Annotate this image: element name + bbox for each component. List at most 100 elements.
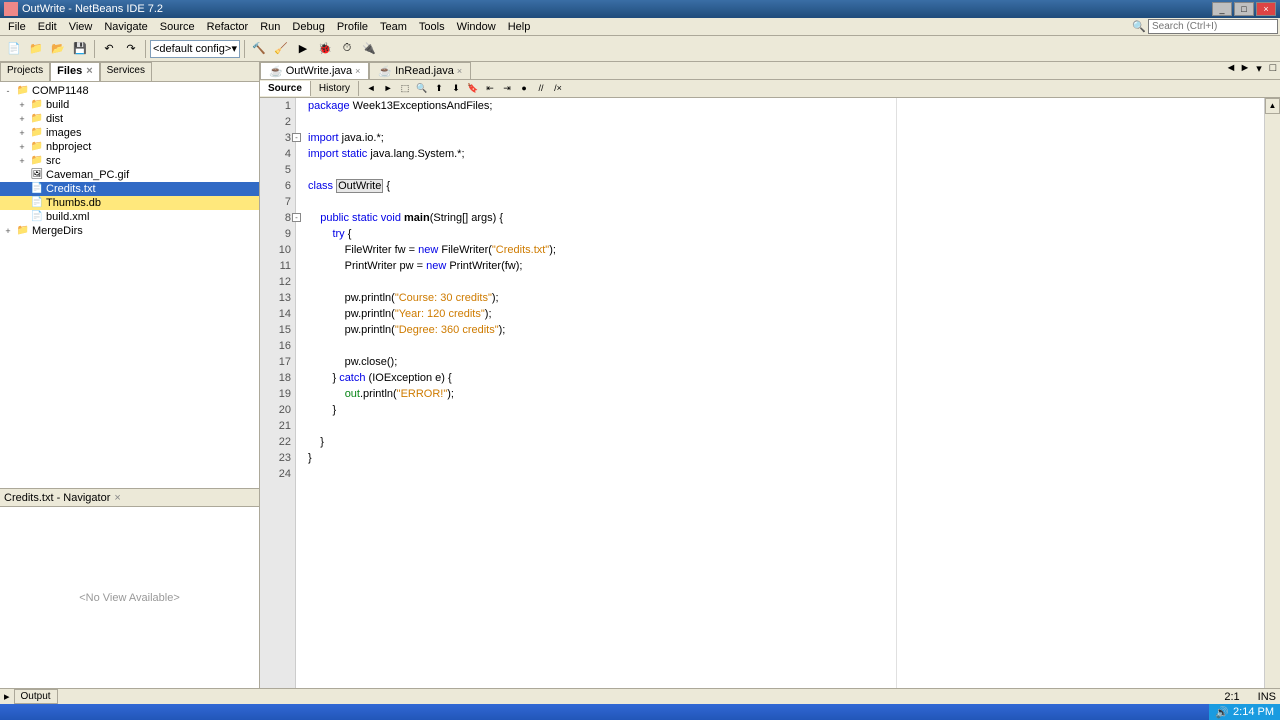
code-line[interactable]: pw.println("Degree: 360 credits"); <box>308 322 1280 338</box>
undo-button[interactable]: ↶ <box>99 39 119 59</box>
find-button[interactable]: 🔍 <box>414 82 430 96</box>
tab-scroll-right-icon[interactable]: ► <box>1238 62 1252 79</box>
menu-refactor[interactable]: Refactor <box>201 20 255 34</box>
next-bookmark-button[interactable]: ⬇ <box>448 82 464 96</box>
back-button[interactable]: ◄ <box>363 82 379 96</box>
menu-tools[interactable]: Tools <box>413 20 451 34</box>
profile-button[interactable]: ⏱ <box>337 39 357 59</box>
new-project-button[interactable]: 📁 <box>26 39 46 59</box>
menu-debug[interactable]: Debug <box>286 20 330 34</box>
line-number[interactable]: 8- <box>260 210 291 226</box>
code-line[interactable]: } catch (IOException e) { <box>308 370 1280 386</box>
menu-profile[interactable]: Profile <box>331 20 374 34</box>
navigator-close-icon[interactable]: × <box>114 492 120 504</box>
search-input[interactable] <box>1148 19 1278 34</box>
build-button[interactable]: 🔨 <box>249 39 269 59</box>
line-number[interactable]: 12 <box>260 274 291 290</box>
redo-button[interactable]: ↷ <box>121 39 141 59</box>
save-all-button[interactable]: 💾 <box>70 39 90 59</box>
toggle-bookmark-button[interactable]: 🔖 <box>465 82 481 96</box>
tab-scroll-left-icon[interactable]: ◄ <box>1224 62 1238 79</box>
menu-edit[interactable]: Edit <box>32 20 63 34</box>
code-line[interactable] <box>308 466 1280 482</box>
scroll-up-icon[interactable]: ▲ <box>1265 98 1280 114</box>
code-line[interactable] <box>308 274 1280 290</box>
uncomment-button[interactable]: /× <box>550 82 566 96</box>
comment-button[interactable]: // <box>533 82 549 96</box>
line-number[interactable]: 17 <box>260 354 291 370</box>
prev-bookmark-button[interactable]: ⬆ <box>431 82 447 96</box>
code-line[interactable]: } <box>308 434 1280 450</box>
line-number[interactable]: 4 <box>260 146 291 162</box>
code-line[interactable]: import static java.lang.System.*; <box>308 146 1280 162</box>
shift-left-button[interactable]: ⇤ <box>482 82 498 96</box>
tree-node[interactable]: 🖼Caveman_PC.gif <box>0 168 259 182</box>
code-editor[interactable]: 123-45678-910111213141516171819202122232… <box>260 98 1280 688</box>
line-number[interactable]: 19 <box>260 386 291 402</box>
expand-icon[interactable]: + <box>2 226 14 236</box>
expand-icon[interactable]: + <box>16 100 28 110</box>
windows-taskbar[interactable]: 🔊 2:14 PM <box>0 704 1280 720</box>
code-line[interactable]: PrintWriter pw = new PrintWriter(fw); <box>308 258 1280 274</box>
line-number[interactable]: 2 <box>260 114 291 130</box>
tree-node[interactable]: +📁images <box>0 126 259 140</box>
new-file-button[interactable]: 📄 <box>4 39 24 59</box>
line-number[interactable]: 7 <box>260 194 291 210</box>
line-number[interactable]: 14 <box>260 306 291 322</box>
close-icon[interactable]: × <box>355 66 360 76</box>
code-line[interactable]: public static void main(String[] args) { <box>308 210 1280 226</box>
code-line[interactable] <box>308 418 1280 434</box>
code-line[interactable]: pw.println("Course: 30 credits"); <box>308 290 1280 306</box>
line-number[interactable]: 24 <box>260 466 291 482</box>
code-line[interactable] <box>308 338 1280 354</box>
attach-button[interactable]: 🔌 <box>359 39 379 59</box>
tree-node[interactable]: +📁src <box>0 154 259 168</box>
run-button[interactable]: ▶ <box>293 39 313 59</box>
expand-icon[interactable]: + <box>16 128 28 138</box>
code-line[interactable]: FileWriter fw = new FileWriter("Credits.… <box>308 242 1280 258</box>
tray-icon[interactable]: 🔊 <box>1215 706 1229 719</box>
file-tree[interactable]: -📁COMP1148+📁build+📁dist+📁images+📁nbproje… <box>0 82 259 488</box>
menu-run[interactable]: Run <box>254 20 286 34</box>
line-number[interactable]: 3- <box>260 130 291 146</box>
forward-button[interactable]: ► <box>380 82 396 96</box>
system-tray[interactable]: 🔊 2:14 PM <box>1209 704 1280 720</box>
code-line[interactable]: import java.io.*; <box>308 130 1280 146</box>
line-number[interactable]: 13 <box>260 290 291 306</box>
code-line[interactable]: } <box>308 450 1280 466</box>
expand-icon[interactable]: - <box>2 86 14 96</box>
code-line[interactable]: pw.close(); <box>308 354 1280 370</box>
shift-right-button[interactable]: ⇥ <box>499 82 515 96</box>
line-number[interactable]: 9 <box>260 226 291 242</box>
minimize-button[interactable]: _ <box>1212 2 1232 16</box>
clean-build-button[interactable]: 🧹 <box>271 39 291 59</box>
history-view-tab[interactable]: History <box>311 81 359 96</box>
tree-node[interactable]: +📁MergeDirs <box>0 224 259 238</box>
tab-services[interactable]: Services <box>100 62 152 81</box>
line-number[interactable]: 22 <box>260 434 291 450</box>
menu-source[interactable]: Source <box>154 20 201 34</box>
line-number[interactable]: 6 <box>260 178 291 194</box>
output-button[interactable]: Output <box>14 689 58 704</box>
menu-window[interactable]: Window <box>451 20 502 34</box>
maximize-button[interactable]: □ <box>1234 2 1254 16</box>
line-number[interactable]: 23 <box>260 450 291 466</box>
line-number[interactable]: 11 <box>260 258 291 274</box>
line-number[interactable]: 10 <box>260 242 291 258</box>
vertical-scrollbar[interactable]: ▲ <box>1264 98 1280 688</box>
tree-node[interactable]: +📁nbproject <box>0 140 259 154</box>
code-line[interactable]: class OutWrite { <box>308 178 1280 194</box>
tree-node[interactable]: 📄build.xml <box>0 210 259 224</box>
tab-projects[interactable]: Projects <box>0 62 50 81</box>
expand-icon[interactable]: + <box>16 114 28 124</box>
tab-files[interactable]: Files× <box>50 62 100 81</box>
line-number[interactable]: 1 <box>260 98 291 114</box>
expand-icon[interactable]: + <box>16 142 28 152</box>
tree-node[interactable]: +📁dist <box>0 112 259 126</box>
menu-navigate[interactable]: Navigate <box>98 20 153 34</box>
line-number[interactable]: 21 <box>260 418 291 434</box>
editor-tab-outwrite[interactable]: ☕ OutWrite.java × <box>260 62 369 79</box>
line-number[interactable]: 18 <box>260 370 291 386</box>
tree-node[interactable]: 📄Thumbs.db <box>0 196 259 210</box>
code-line[interactable]: package Week13ExceptionsAndFiles; <box>308 98 1280 114</box>
